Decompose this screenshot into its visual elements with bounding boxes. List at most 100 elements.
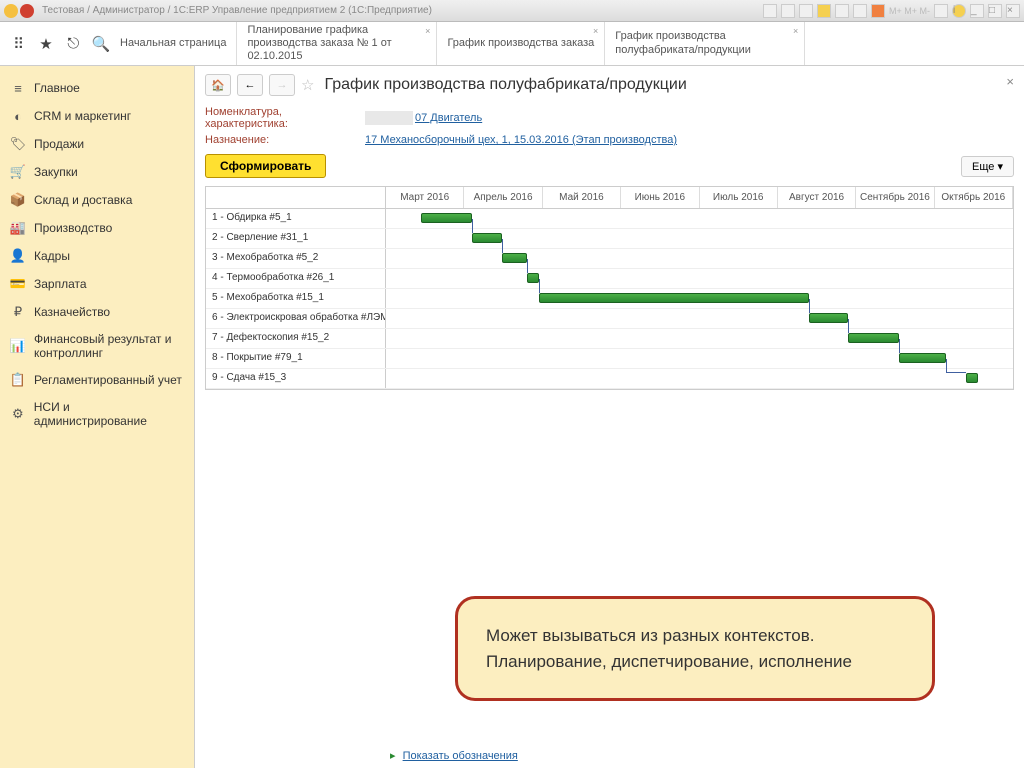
sidebar: ≡ Главное ◐ CRM и маркетинг 🏷Продажи 🛒 Закупки… [0, 66, 195, 768]
sidebar-label: Закупки [34, 165, 78, 179]
tab[interactable]: Начальная страница [110, 22, 237, 65]
gantt-track [386, 309, 1013, 328]
tb-btn[interactable] [853, 4, 867, 18]
star-icon[interactable]: ★ [37, 35, 54, 53]
tab-close-icon[interactable]: × [425, 26, 430, 36]
sidebar-item[interactable]: 📋Регламентированный учет [0, 366, 194, 394]
tb-btn[interactable] [781, 4, 795, 18]
sidebar-icon: ⚙ [10, 406, 26, 422]
apps-icon[interactable]: ⠿ [10, 35, 27, 53]
sidebar-item[interactable]: ⚙ НСИ и администрирование [0, 394, 194, 434]
gantt-task-label: 6 - Электроискровая обработка #ЛЭМО_1 [206, 309, 386, 328]
close-icon[interactable]: × [1006, 74, 1014, 89]
gantt-row: 9 - Сдача #15_3 [206, 369, 1013, 389]
sidebar-item[interactable]: 🏭Производство [0, 214, 194, 242]
sidebar-label: Зарплата [34, 277, 87, 291]
gantt-month-header: Май 2016 [543, 187, 621, 208]
sidebar-label: Кадры [34, 249, 70, 263]
sidebar-item[interactable]: ≡ Главное [0, 74, 194, 102]
gantt-task-label: 1 - Обдирка #5_1 [206, 209, 386, 228]
favorite-icon[interactable]: ☆ [301, 76, 314, 94]
sidebar-item[interactable]: ₽Казначейство [0, 298, 194, 326]
tb-btn[interactable] [763, 4, 777, 18]
gantt-bar[interactable] [848, 333, 899, 343]
gantt-task-label: 2 - Сверление #31_1 [206, 229, 386, 248]
tab-close-icon[interactable]: × [793, 26, 798, 36]
tab[interactable]: График производства заказа× [437, 22, 605, 65]
gantt-bar[interactable] [527, 273, 539, 283]
show-legend[interactable]: ▸ Показать обозначения [390, 749, 518, 762]
gantt-bar[interactable] [809, 313, 848, 323]
app-icon-2 [20, 4, 34, 18]
hidden-value [365, 111, 413, 125]
tb-btn[interactable] [835, 4, 849, 18]
sidebar-icon: 📋 [10, 372, 26, 388]
gantt-bar[interactable] [472, 233, 502, 243]
sidebar-icon: ₽ [10, 304, 26, 320]
search-icon[interactable]: 🔍 [92, 35, 110, 53]
gantt-track [386, 249, 1013, 268]
app-icon [4, 4, 18, 18]
sidebar-item[interactable]: 🏷Продажи [0, 130, 194, 158]
tab-close-icon[interactable]: × [593, 26, 598, 36]
titlebar-controls: M+ M+ M- i _ □ × [763, 4, 1020, 18]
history-icon[interactable]: ⎋ [65, 35, 82, 53]
sidebar-label: Финансовый результат и контроллинг [34, 332, 184, 360]
gantt-task-label: 7 - Дефектоскопия #15_2 [206, 329, 386, 348]
info-icon[interactable]: i [952, 4, 966, 18]
sidebar-item[interactable]: 👤Кадры [0, 242, 194, 270]
sidebar-item[interactable]: 🛒 Закупки [0, 158, 194, 186]
sidebar-icon: 📊 [10, 338, 26, 354]
gantt-bar[interactable] [966, 373, 978, 383]
close-button[interactable]: × [1006, 4, 1020, 18]
tab[interactable]: График производства полуфабриката/продук… [605, 22, 805, 65]
sidebar-label: CRM и маркетинг [34, 109, 131, 123]
forward-button[interactable]: → [269, 74, 295, 96]
tb-btn[interactable] [817, 4, 831, 18]
window-title: Тестовая / Администратор / 1С:ERP Управл… [42, 5, 432, 16]
sidebar-label: Главное [34, 81, 80, 95]
nomenclature-link[interactable]: 07 Двигатель [415, 112, 482, 124]
form-button[interactable]: Сформировать [205, 154, 326, 178]
gantt-bar[interactable] [899, 353, 946, 363]
tabs: Начальная страницаПланирование графика п… [110, 22, 1024, 65]
maximize-button[interactable]: □ [988, 4, 1002, 18]
callout-line: Может вызываться из разных контекстов. [486, 623, 904, 649]
tb-btn[interactable] [934, 4, 948, 18]
gantt-track [386, 269, 1013, 288]
sidebar-item[interactable]: 📦Склад и доставка [0, 186, 194, 214]
gantt-row: 7 - Дефектоскопия #15_2 [206, 329, 1013, 349]
gantt-track [386, 349, 1013, 368]
gantt-month-header: Март 2016 [386, 187, 464, 208]
gantt-bar[interactable] [421, 213, 472, 223]
sidebar-item[interactable]: ◐ CRM и маркетинг [0, 102, 194, 130]
sidebar-item[interactable]: 💳 Зарплата [0, 270, 194, 298]
home-button[interactable]: 🏠 [205, 74, 231, 96]
sidebar-label: НСИ и администрирование [34, 400, 184, 428]
sidebar-icon: ≡ [10, 80, 26, 96]
gantt-task-label: 4 - Термообработка #26_1 [206, 269, 386, 288]
assignment-link[interactable]: 17 Механосборочный цех, 1, 15.03.2016 (Э… [365, 134, 677, 146]
tb-btn[interactable] [799, 4, 813, 18]
gantt-bar[interactable] [502, 253, 527, 263]
callout-note: Может вызываться из разных контекстов. П… [455, 596, 935, 701]
sidebar-icon: 🏷 [10, 136, 26, 152]
more-button[interactable]: Еще ▾ [961, 156, 1014, 177]
gantt-task-label: 3 - Мехобработка #5_2 [206, 249, 386, 268]
gantt-month-header: Июль 2016 [700, 187, 778, 208]
sidebar-label: Производство [34, 221, 112, 235]
sidebar-icon: 🛒 [10, 164, 26, 180]
sidebar-item[interactable]: 📊 Финансовый результат и контроллинг [0, 326, 194, 366]
back-button[interactable]: ← [237, 74, 263, 96]
gantt-bar[interactable] [539, 293, 809, 303]
gantt-row: 3 - Мехобработка #5_2 [206, 249, 1013, 269]
tab[interactable]: Планирование графика производства заказа… [237, 22, 437, 65]
gantt-month-header: Июнь 2016 [621, 187, 699, 208]
sidebar-icon: 💳 [10, 276, 26, 292]
gantt-track [386, 329, 1013, 348]
minimize-button[interactable]: _ [970, 4, 984, 18]
gantt-task-label: 8 - Покрытие #79_1 [206, 349, 386, 368]
content-area: × 🏠 ← → ☆ График производства полуфабрик… [195, 66, 1024, 768]
sidebar-icon: ◐ [10, 108, 26, 124]
tb-btn[interactable] [871, 4, 885, 18]
